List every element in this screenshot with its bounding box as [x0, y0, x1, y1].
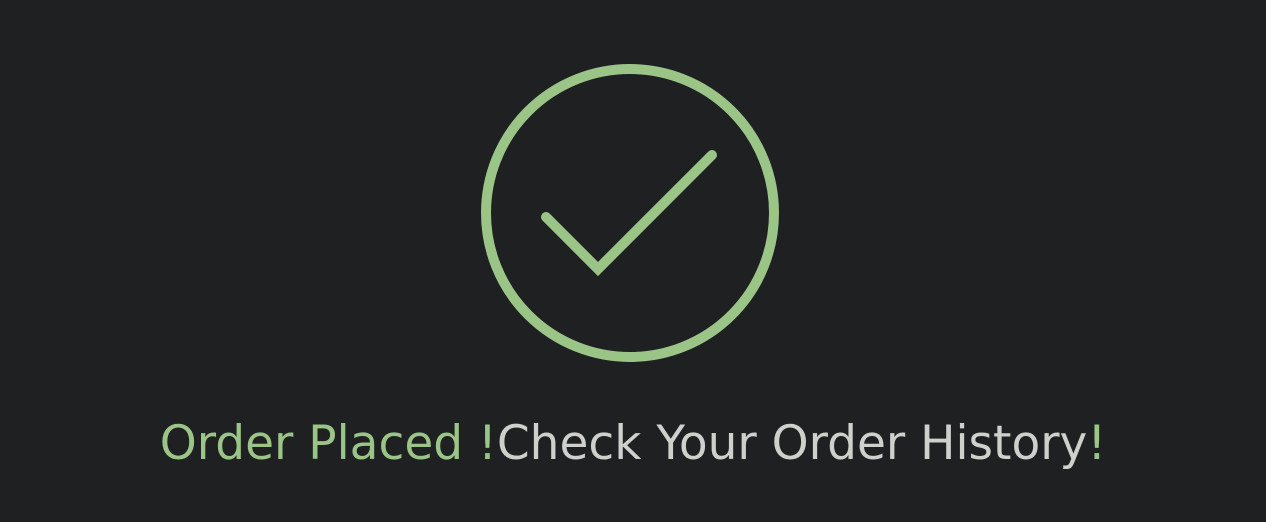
check-circle-icon — [480, 63, 780, 363]
order-success-screen: Order Placed !Check Your Order History! — [0, 0, 1266, 522]
order-history-exclamation: ! — [1087, 416, 1107, 471]
order-status-message: Order Placed !Check Your Order History! — [0, 412, 1266, 476]
order-history-text: Check Your Order History — [496, 416, 1088, 471]
order-placed-text: Order Placed ! — [159, 416, 497, 471]
